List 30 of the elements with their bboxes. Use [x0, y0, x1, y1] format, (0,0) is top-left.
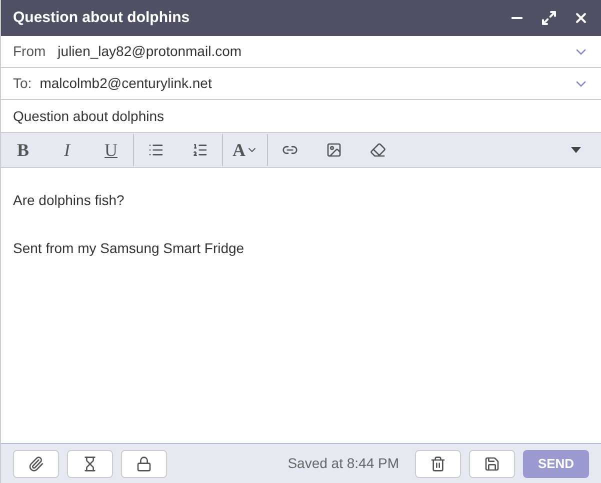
to-label: To:	[13, 74, 32, 93]
underline-button[interactable]: U	[89, 133, 133, 167]
footer-button[interactable]	[121, 450, 167, 478]
numbered-list-icon	[192, 142, 208, 158]
from-label: From	[13, 42, 46, 61]
hourglass-icon	[82, 456, 98, 472]
bullet-list-icon	[148, 142, 164, 158]
from-field[interactable]: julien_lay82@protonmail.com	[58, 41, 573, 62]
saved-status: Saved at 8:44 PM	[288, 454, 399, 473]
save-button[interactable]	[469, 450, 515, 478]
delete-button[interactable]	[415, 450, 461, 478]
font-button[interactable]: A	[223, 133, 267, 167]
message-body[interactable]: Are dolphins fish? Sent from my Samsung Smart Fridge	[1, 168, 601, 443]
eraser-icon	[370, 142, 386, 158]
footer-button[interactable]	[13, 450, 59, 478]
subject-field[interactable]: Question about dolphins	[13, 106, 164, 126]
body-text: Are dolphins fish?	[13, 191, 126, 210]
lock-icon	[136, 456, 152, 472]
to-field[interactable]: malcolmb2@centurylink.net	[40, 73, 573, 94]
bold-button[interactable]: B	[1, 133, 45, 167]
close-button[interactable]	[573, 10, 589, 26]
footer-button[interactable]	[67, 450, 113, 478]
body-text: Sent from my Samsung Smart Fridge	[13, 239, 246, 258]
image-icon	[326, 142, 342, 158]
trash-icon	[430, 456, 446, 472]
italic-button[interactable]: I	[45, 133, 89, 167]
dropdown-caret-icon[interactable]	[571, 147, 581, 153]
maximize-button[interactable]	[541, 10, 557, 26]
paperclip-icon	[28, 456, 44, 472]
window-title: Question about dolphins	[13, 8, 191, 28]
